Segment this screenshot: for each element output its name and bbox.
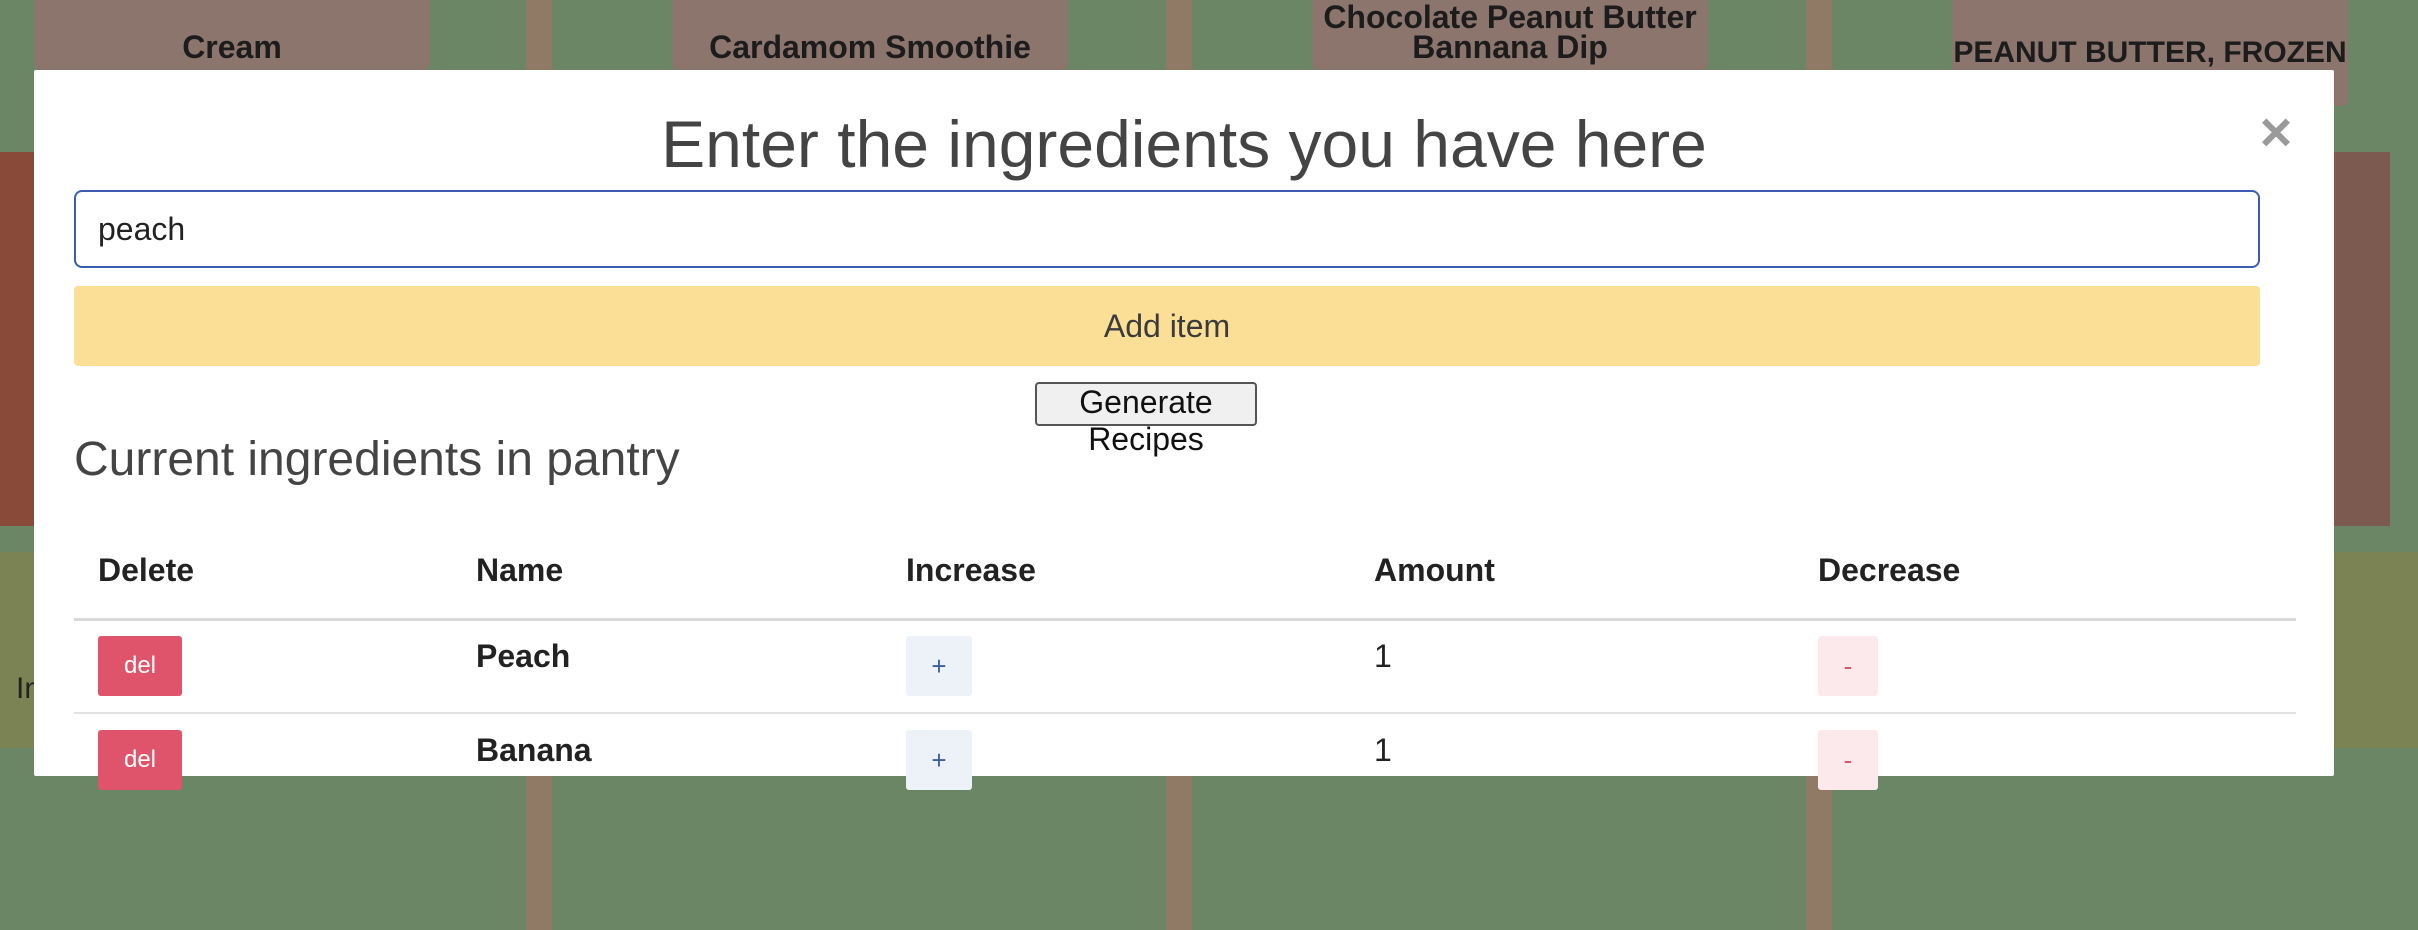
column-header-increase: Increase [906,552,1036,588]
generate-recipes-button[interactable]: Generate Recipes [1035,382,1257,457]
background-card [1846,776,2418,856]
background-card [0,776,516,856]
ingredient-amount: 1 [1374,638,1392,674]
recipe-card-title: Cardamom Smoothie [709,29,1031,65]
column-header-decrease: Decrease [1818,552,1961,588]
recipe-card-title: Cream [182,29,282,65]
decrease-button[interactable]: - [1818,730,1878,790]
background-card [1206,776,1798,856]
column-header-amount: Amount [1374,552,1495,588]
pantry-heading: Current ingredients in pantry [74,433,680,486]
ingredient-input[interactable] [74,190,2260,268]
close-icon[interactable]: × [2254,104,2298,160]
background-card [1846,880,2418,930]
background-card [566,880,1158,930]
ingredients-modal: Enter the ingredients you have here × Ad… [34,70,2334,790]
background-photo-left [0,152,36,526]
ingredient-name: Banana [476,732,592,768]
recipe-card[interactable]: Chocolate Peanut Butter Bannana Dip [1312,0,1708,70]
header-divider [74,618,2296,621]
add-item-button[interactable]: Add item [74,286,2260,366]
decrease-button[interactable]: - [1818,636,1878,696]
increase-button[interactable]: + [906,730,972,790]
background-photo-right [2334,152,2390,526]
background-card [1206,880,1798,930]
column-header-name: Name [476,552,564,588]
background-card [566,776,1158,856]
delete-button[interactable]: del [98,730,182,790]
ingredient-name: Peach [476,638,571,674]
recipe-card[interactable]: Cardamom Smoothie [672,0,1068,70]
row-divider [74,712,2296,714]
delete-button[interactable]: del [98,636,182,696]
recipe-card[interactable]: Cream [34,0,430,70]
recipe-card-title: Chocolate Peanut Butter Bannana Dip [1323,0,1697,65]
ingredient-amount: 1 [1374,732,1392,768]
background-card [0,880,516,930]
increase-button[interactable]: + [906,636,972,696]
modal-title: Enter the ingredients you have here [661,107,1707,181]
column-header-delete: Delete [98,552,195,588]
